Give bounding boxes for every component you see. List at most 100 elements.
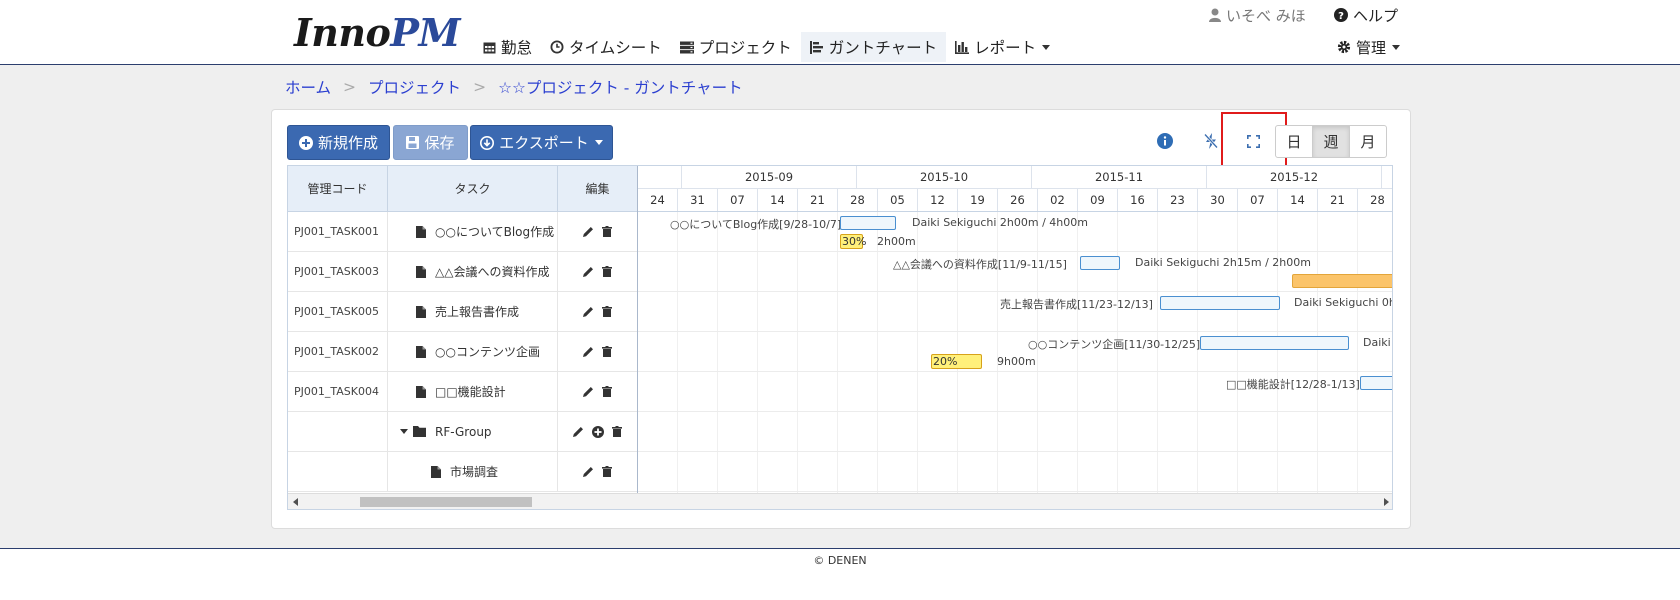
task-name: ○○についてBlog作成	[435, 225, 555, 239]
pencil-icon[interactable]	[583, 386, 594, 397]
task-bar[interactable]	[840, 216, 896, 230]
task-name: 売上報告書作成	[435, 305, 520, 319]
header-task[interactable]: タスク	[388, 166, 558, 211]
export-button[interactable]: エクスポート	[470, 125, 613, 160]
pencil-icon[interactable]	[583, 226, 594, 237]
folder-icon	[413, 426, 426, 437]
month-cell	[638, 166, 682, 188]
nav-report[interactable]: レポート	[946, 32, 1059, 62]
pencil-icon[interactable]	[583, 346, 594, 357]
chevron-down-icon	[594, 140, 603, 145]
task-bar[interactable]	[1160, 296, 1280, 310]
week-cell: 14	[1278, 189, 1318, 211]
task-bar[interactable]	[1360, 376, 1392, 390]
task-bar-overdue[interactable]	[1292, 274, 1392, 288]
task-code: PJ001_TASK003	[288, 252, 388, 291]
plus-circle-icon[interactable]	[592, 425, 604, 438]
horizontal-scrollbar[interactable]	[288, 493, 1392, 509]
scroll-left-icon[interactable]	[293, 498, 298, 506]
month-cell: 2015-10	[857, 166, 1032, 188]
table-row[interactable]: 市場調査	[288, 452, 637, 492]
trash-icon[interactable]	[602, 346, 612, 357]
admin-menu[interactable]: 管理	[1337, 36, 1401, 58]
nav-gantt[interactable]: ガントチャート	[800, 32, 947, 62]
floppy-icon	[406, 136, 420, 149]
bar-label: ○○コンテンツ企画[11/30-12/25]	[1028, 338, 1201, 351]
scroll-right-icon[interactable]	[1384, 498, 1389, 506]
task-bar[interactable]	[1200, 336, 1349, 350]
trash-icon[interactable]	[602, 386, 612, 397]
nav-project[interactable]: プロジェクト	[671, 32, 801, 62]
table-row[interactable]: PJ001_TASK004 □□機能設計	[288, 372, 637, 412]
scale-day-button[interactable]: 日	[1275, 125, 1313, 158]
app-logo[interactable]: InnoPM	[294, 10, 461, 56]
trash-icon[interactable]	[612, 426, 622, 437]
user-menu[interactable]: いそべ みほ	[1209, 4, 1306, 26]
info-button[interactable]	[1150, 126, 1180, 156]
pencil-icon[interactable]	[573, 426, 584, 437]
breadcrumb-project[interactable]: プロジェクト	[368, 76, 461, 98]
info-icon	[1157, 133, 1173, 149]
bar-info: Daiki Sekiguchi 2h15m / 2h00m	[1135, 256, 1311, 269]
table-row[interactable]: PJ001_TASK003 △△会議への資料作成	[288, 252, 637, 292]
scale-month-button[interactable]: 月	[1349, 125, 1387, 158]
task-bar[interactable]	[1080, 256, 1120, 270]
task-name: △△会議への資料作成	[435, 265, 550, 279]
help-link[interactable]: ? ヘルプ	[1334, 4, 1398, 26]
gantt-icon	[809, 40, 823, 54]
breadcrumb-home[interactable]: ホーム	[285, 76, 331, 98]
grid-line	[638, 251, 1392, 252]
task-name: ○○コンテンツ企画	[435, 345, 540, 359]
svg-text:?: ?	[1338, 11, 1344, 22]
app-footer: © DENEN	[0, 549, 1680, 600]
table-row-group[interactable]: RF-Group	[288, 412, 637, 452]
new-button[interactable]: 新規作成	[287, 125, 390, 160]
week-cell: 14	[758, 189, 798, 211]
week-cell: 05	[878, 189, 918, 211]
file-icon	[416, 385, 426, 398]
pencil-icon[interactable]	[583, 306, 594, 317]
month-cell: 2015-09	[682, 166, 857, 188]
table-row[interactable]: PJ001_TASK001 ○○についてBlog作成	[288, 212, 637, 252]
task-grid: PJ001_TASK001 ○○についてBlog作成 PJ001_TASK003…	[288, 212, 637, 492]
save-button[interactable]: 保存	[393, 125, 468, 160]
gantt-panel: 新規作成 保存 エクスポート 日 週 月 管理コード タスク 編集 PJ001_…	[271, 109, 1411, 529]
main-nav: 勤怠 タイムシート プロジェクト ガントチャート レポート	[474, 32, 1059, 62]
table-row[interactable]: PJ001_TASK005 売上報告書作成	[288, 292, 637, 332]
scrollbar-thumb[interactable]	[360, 497, 532, 507]
fullscreen-button[interactable]	[1238, 126, 1268, 156]
grid-line	[638, 491, 1392, 492]
bar-info: Daiki S	[1363, 336, 1392, 349]
trash-icon[interactable]	[602, 266, 612, 277]
nav-timesheet[interactable]: タイムシート	[541, 32, 671, 62]
pencil-icon[interactable]	[583, 466, 594, 477]
month-cell: 2015-12	[1207, 166, 1382, 188]
task-name: □□機能設計	[435, 385, 506, 399]
progress-info: 2h00m	[877, 235, 916, 248]
caret-down-icon[interactable]	[400, 428, 408, 435]
header-code[interactable]: 管理コード	[288, 166, 388, 211]
bar-info: Daiki Sekiguchi 2h00m / 4h00m	[912, 216, 1088, 229]
calendar-icon	[483, 42, 496, 53]
progress-info: 9h00m	[997, 355, 1036, 368]
breadcrumb-separator: >	[473, 78, 487, 96]
chevron-down-icon	[1042, 44, 1051, 50]
trash-icon[interactable]	[602, 306, 612, 317]
scale-week-button[interactable]: 週	[1312, 125, 1350, 158]
scale-selector: 日 週 月	[1275, 125, 1387, 158]
pencil-icon[interactable]	[583, 266, 594, 277]
trash-icon[interactable]	[602, 466, 612, 477]
week-cell: 26	[998, 189, 1038, 211]
trash-icon[interactable]	[602, 226, 612, 237]
grid-line	[638, 291, 1392, 292]
file-icon	[431, 465, 441, 478]
nav-attendance[interactable]: 勤怠	[474, 32, 541, 62]
file-icon	[416, 265, 426, 278]
breadcrumb-current[interactable]: ☆☆プロジェクト - ガントチャート	[498, 76, 743, 98]
grid-line	[638, 451, 1392, 452]
header-edit[interactable]: 編集	[558, 166, 637, 211]
critical-path-toggle[interactable]	[1196, 126, 1226, 156]
week-cell: 30	[1198, 189, 1238, 211]
breadcrumb: ホーム > プロジェクト > ☆☆プロジェクト - ガントチャート	[285, 76, 743, 98]
table-row[interactable]: PJ001_TASK002 ○○コンテンツ企画	[288, 332, 637, 372]
